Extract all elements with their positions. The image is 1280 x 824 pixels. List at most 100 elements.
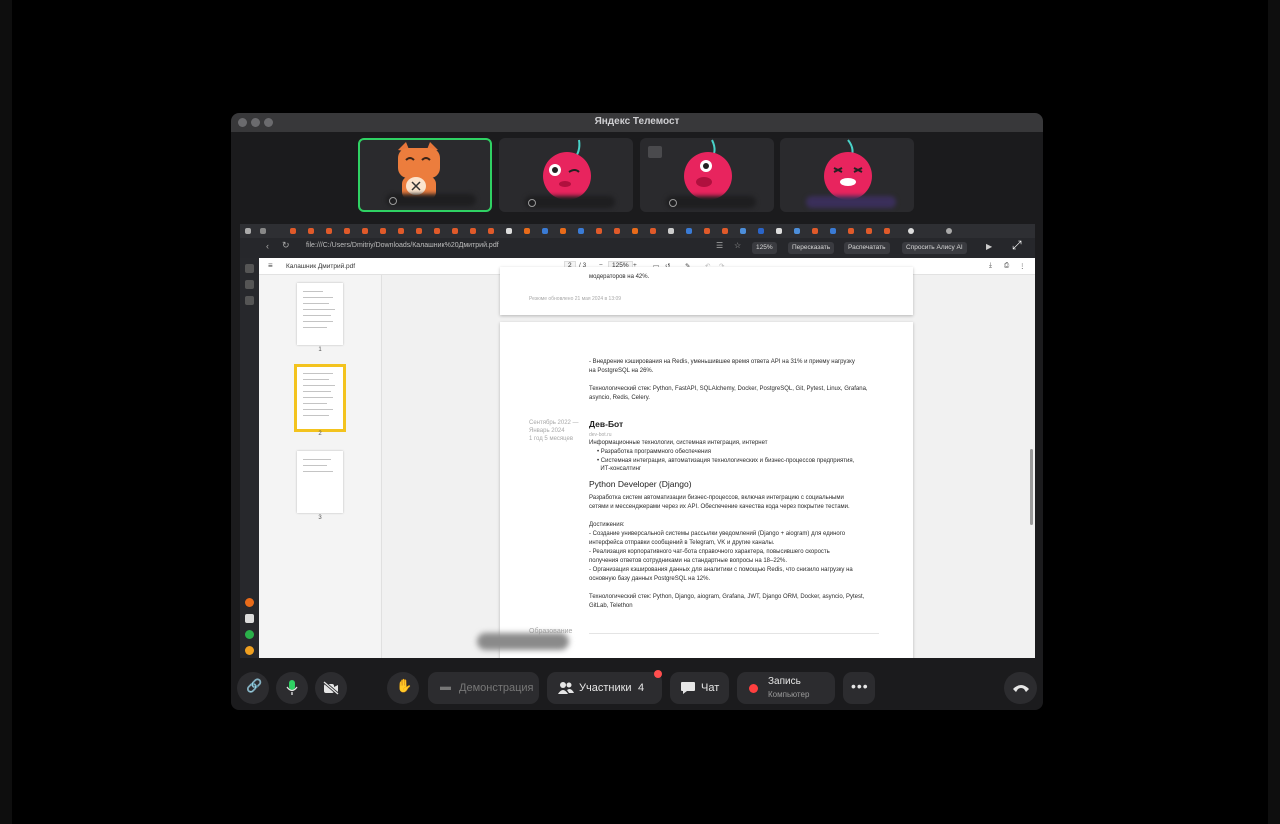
chat-button[interactable]: Чат xyxy=(670,672,729,704)
chat-icon xyxy=(681,682,695,694)
hang-up-icon xyxy=(1013,685,1029,692)
sidebar-icon[interactable] xyxy=(245,264,254,273)
tab[interactable] xyxy=(650,228,656,234)
thumbnail-page[interactable] xyxy=(297,283,343,345)
tab[interactable] xyxy=(560,228,566,234)
tab[interactable] xyxy=(740,228,746,234)
browser-tab-strip xyxy=(240,224,1035,238)
tab[interactable] xyxy=(812,228,818,234)
sidebar-app-icon[interactable] xyxy=(245,646,254,655)
zoom-indicator[interactable]: 125% xyxy=(752,242,777,254)
tab[interactable] xyxy=(776,228,782,234)
tab[interactable] xyxy=(794,228,800,234)
tab[interactable] xyxy=(260,228,266,234)
profile-icon[interactable] xyxy=(946,228,952,234)
stack-line: Технологический стек: Python, FastAPI, S… xyxy=(589,386,868,392)
leave-call-button[interactable] xyxy=(1004,672,1037,704)
tab[interactable] xyxy=(344,228,350,234)
achievement-line: интерфейса отправки сообщений в Telegram… xyxy=(589,540,775,546)
sidebar-icon[interactable] xyxy=(245,280,254,289)
participant-tile[interactable] xyxy=(499,138,633,212)
thumbnail-page-selected[interactable] xyxy=(294,364,346,432)
screen-share-view: ‹ ↻ file:///C:/Users/Dmitriy/Downloads/К… xyxy=(240,224,1035,658)
tab[interactable] xyxy=(380,228,386,234)
muted-mic-icon xyxy=(669,199,677,207)
tab[interactable] xyxy=(524,228,530,234)
participants-count: 4 xyxy=(638,682,645,694)
retell-button[interactable]: Пересказать xyxy=(788,242,835,254)
screen-share-button[interactable]: ▬ Демонстрация xyxy=(428,672,539,704)
raise-hand-button[interactable]: ✋ xyxy=(387,672,419,704)
title-bar: Яндекс Телемост xyxy=(231,113,1043,132)
tab[interactable] xyxy=(434,228,440,234)
copy-link-button[interactable]: 🔗 xyxy=(237,672,269,704)
address-field[interactable]: file:///C:/Users/Dmitriy/Downloads/Калаш… xyxy=(306,242,499,249)
tab[interactable] xyxy=(884,228,890,234)
achievement-line: - Реализация корпоративного чат-бота спр… xyxy=(589,549,830,555)
tab[interactable] xyxy=(290,228,296,234)
thumbnail-page[interactable] xyxy=(297,451,343,513)
participants-button[interactable]: Участники 4 xyxy=(547,670,662,704)
industry-bullet: • Разработка программного обеспечения xyxy=(597,449,711,455)
print-icon[interactable]: ⎙ xyxy=(1004,262,1009,270)
thumbnail-number: 3 xyxy=(318,515,322,521)
screen-share-label: Демонстрация xyxy=(459,682,534,694)
tab[interactable] xyxy=(488,228,494,234)
industry-bullet: ИТ-консалтинг xyxy=(597,466,642,472)
tab-list-icon[interactable]: ☰ xyxy=(716,241,723,250)
intro-line: - Внедрение кэширования на Redis, уменьш… xyxy=(589,359,855,365)
sidebar-app-icon[interactable] xyxy=(245,630,254,639)
camera-button[interactable] xyxy=(315,672,347,704)
tab[interactable] xyxy=(542,228,548,234)
tab[interactable] xyxy=(866,228,872,234)
tab[interactable] xyxy=(452,228,458,234)
participant-tile[interactable] xyxy=(358,138,492,212)
tab[interactable] xyxy=(578,228,584,234)
ask-alice-button[interactable]: Спросить Алису AI xyxy=(902,242,967,254)
tab[interactable] xyxy=(326,228,332,234)
new-tab-icon[interactable] xyxy=(908,228,914,234)
tab[interactable] xyxy=(506,228,512,234)
mic-button[interactable] xyxy=(276,672,308,704)
record-button[interactable]: Запись Компьютер xyxy=(737,672,835,704)
history-icon[interactable] xyxy=(245,228,251,234)
tab[interactable] xyxy=(362,228,368,234)
back-icon[interactable]: ‹ xyxy=(266,241,269,251)
bookmark-icon[interactable]: ☆ xyxy=(734,241,741,250)
sidebar-app-icon[interactable] xyxy=(245,598,254,607)
pdf-scrollbar[interactable] xyxy=(1030,449,1033,525)
tab[interactable] xyxy=(758,228,764,234)
tab[interactable] xyxy=(416,228,422,234)
stack-line: Технологический стек: Python, Django, ai… xyxy=(589,594,865,600)
screen-icon: ▬ xyxy=(440,681,451,693)
link-icon: 🔗 xyxy=(246,678,263,693)
tab[interactable] xyxy=(632,228,638,234)
tab[interactable] xyxy=(830,228,836,234)
tab[interactable] xyxy=(722,228,728,234)
download-icon[interactable]: ⤓ xyxy=(989,262,992,270)
tab[interactable] xyxy=(848,228,854,234)
tab[interactable] xyxy=(686,228,692,234)
tab[interactable] xyxy=(308,228,314,234)
print-button[interactable]: Распечатать xyxy=(844,242,890,254)
sidebar-icon[interactable] xyxy=(245,296,254,305)
participant-tile[interactable] xyxy=(780,138,914,212)
tab[interactable] xyxy=(398,228,404,234)
more-button[interactable]: ••• xyxy=(843,672,875,704)
tab[interactable] xyxy=(470,228,476,234)
menu-icon[interactable]: ≡ xyxy=(268,261,273,270)
fullscreen-icon[interactable]: ⤢ xyxy=(1012,238,1022,253)
pdf-filename: Калашник Дмитрий.pdf xyxy=(286,263,356,270)
tab[interactable] xyxy=(668,228,674,234)
sidebar-app-icon[interactable] xyxy=(245,614,254,623)
participant-tile[interactable] xyxy=(640,138,774,212)
stack-line: GitLab, Telethon xyxy=(589,603,633,609)
tab[interactable] xyxy=(614,228,620,234)
media-icon[interactable]: ▶ xyxy=(986,242,992,251)
more-icon[interactable]: ⋮ xyxy=(1019,262,1026,270)
tab[interactable] xyxy=(704,228,710,234)
description-line: сетями и мессенджерами через их API. Обе… xyxy=(589,504,850,510)
tab[interactable] xyxy=(596,228,602,234)
reload-icon[interactable]: ↻ xyxy=(282,240,290,251)
screen-edge-left xyxy=(0,0,12,824)
